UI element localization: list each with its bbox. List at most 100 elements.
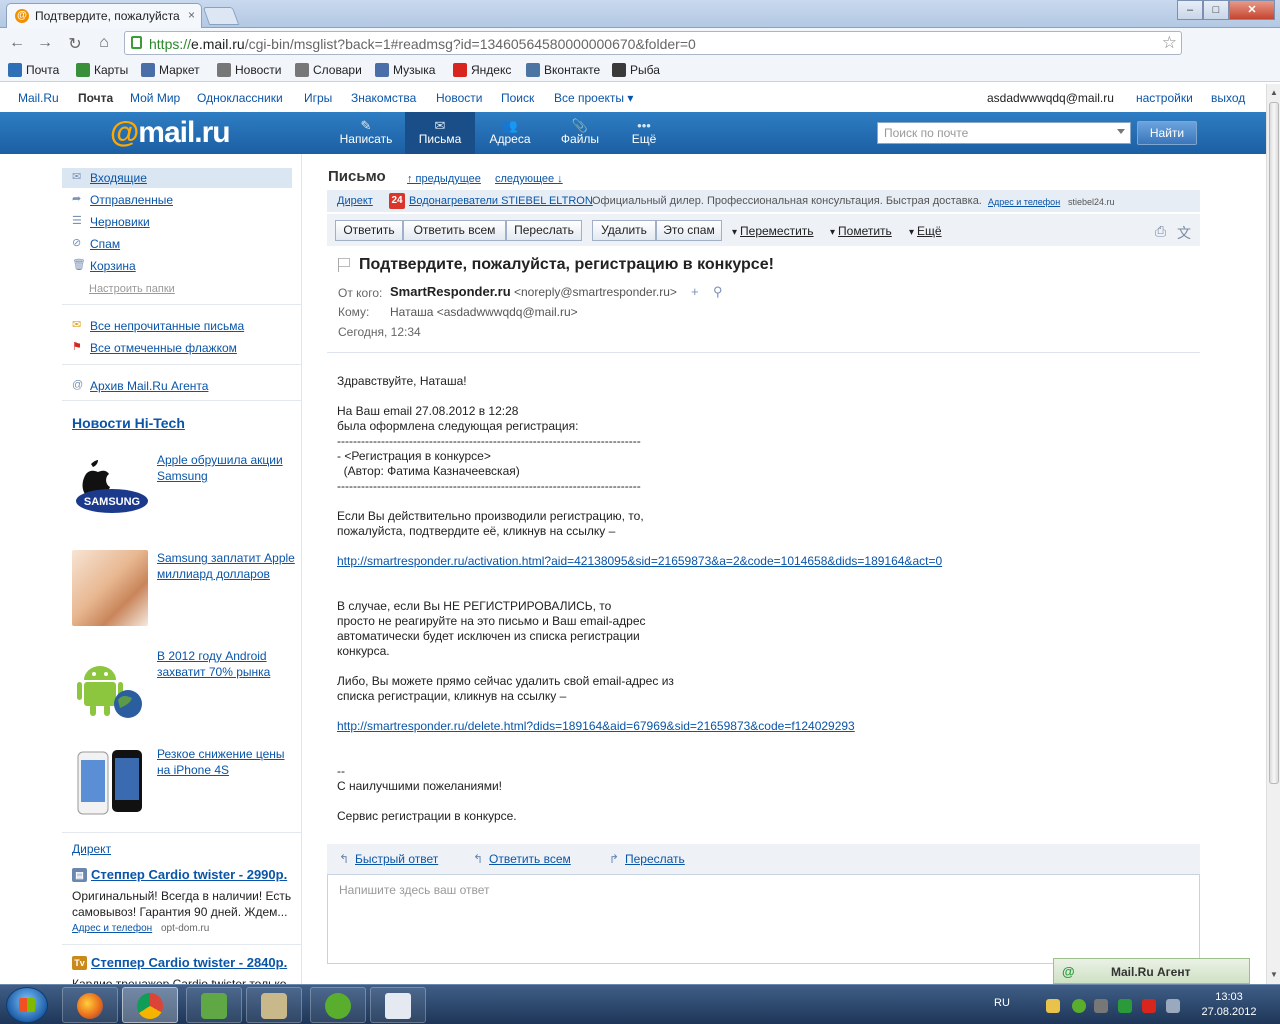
taskbar-clock[interactable]: 13:03 27.08.2012 bbox=[1196, 990, 1262, 1020]
files-button[interactable]: 📎 Файлы bbox=[545, 112, 615, 154]
user-email[interactable]: asdadwwwqdq@mail.ru bbox=[987, 91, 1114, 105]
bookmark-music[interactable]: Музыка bbox=[375, 63, 435, 77]
letters-button[interactable]: ✉ Письма bbox=[405, 112, 475, 154]
bookmark-dictionary[interactable]: Словари bbox=[295, 63, 362, 77]
ad-address-link[interactable]: Адрес и телефон bbox=[72, 923, 152, 934]
portal-link-mailru[interactable]: Mail.Ru bbox=[18, 91, 59, 105]
window-minimize-button[interactable]: – bbox=[1177, 0, 1203, 20]
page-scrollbar[interactable]: ▲ ▼ bbox=[1266, 84, 1280, 984]
contacts-button[interactable]: 👥 Адреса bbox=[475, 112, 545, 154]
start-button[interactable] bbox=[6, 987, 48, 1023]
folder-spam[interactable]: ⊘ Спам bbox=[62, 234, 292, 254]
search-sender-icon[interactable]: ⚲ bbox=[713, 284, 723, 300]
utorrent-tray-icon[interactable] bbox=[1072, 999, 1086, 1013]
news-link[interactable]: Apple обрушила акции Samsung bbox=[157, 452, 297, 484]
news-item[interactable]: SAMSUNG Apple обрушила акции Samsung bbox=[72, 452, 297, 530]
bookmark-mail[interactable]: Почта bbox=[8, 63, 59, 77]
ad-strip-direkt-link[interactable]: Директ bbox=[337, 195, 373, 207]
reply-button[interactable]: Ответить bbox=[335, 220, 403, 241]
portal-link-moy-mir[interactable]: Мой Мир bbox=[130, 91, 180, 105]
previous-message-link[interactable]: ↑ предыдущее bbox=[407, 173, 481, 185]
scroll-up-icon[interactable]: ▲ bbox=[1269, 88, 1279, 97]
next-message-link[interactable]: следующее ↓ bbox=[495, 173, 563, 185]
mailru-agent-widget[interactable]: @ Mail.Ru Агент bbox=[1053, 958, 1250, 984]
portal-link-search[interactable]: Поиск bbox=[501, 91, 534, 105]
language-indicator[interactable]: RU bbox=[994, 997, 1010, 1009]
mark-menu[interactable]: Пометить bbox=[830, 224, 892, 238]
portal-link-games[interactable]: Игры bbox=[304, 91, 332, 105]
portal-link-all-projects[interactable]: Все проекты ▾ bbox=[554, 91, 633, 105]
delete-button[interactable]: Удалить bbox=[592, 220, 656, 241]
taskbar-counter-strike[interactable] bbox=[246, 987, 302, 1023]
steam-tray-icon[interactable] bbox=[1094, 999, 1108, 1013]
portal-link-pochta[interactable]: Почта bbox=[78, 91, 113, 105]
folder-drafts[interactable]: ☰ Черновики bbox=[62, 212, 292, 232]
new-tab-button[interactable] bbox=[202, 7, 240, 25]
compose-button[interactable]: ✎ Написать bbox=[331, 112, 401, 154]
portal-link-news[interactable]: Новости bbox=[436, 91, 482, 105]
portal-link-odnoklassniki[interactable]: Одноклассники bbox=[197, 91, 283, 105]
print-icon[interactable]: ⎙ bbox=[1155, 223, 1166, 240]
taskbar-paint[interactable] bbox=[370, 987, 426, 1023]
sender-name[interactable]: SmartResponder.ru bbox=[390, 284, 511, 299]
tray-icon[interactable] bbox=[1046, 999, 1060, 1013]
bookmark-star-icon[interactable]: ☆ bbox=[1162, 33, 1177, 53]
home-icon[interactable]: ⌂ bbox=[95, 34, 113, 52]
taskbar-utorrent[interactable] bbox=[310, 987, 366, 1023]
bookmark-market[interactable]: Маркет bbox=[141, 63, 200, 77]
folder-trash[interactable]: 🗑 Корзина bbox=[62, 256, 292, 276]
address-bar[interactable]: https://e.mail.ru/cgi-bin/msglist?back=1… bbox=[124, 31, 1182, 55]
search-dropdown-icon[interactable] bbox=[1117, 129, 1125, 134]
agent-tray-icon[interactable] bbox=[1118, 999, 1132, 1013]
bookmark-fish[interactable]: Рыба bbox=[612, 63, 660, 77]
folder-sent[interactable]: ➦ Отправленные bbox=[62, 190, 292, 210]
spam-button[interactable]: Это спам bbox=[656, 220, 722, 241]
taskbar-app-recycle[interactable] bbox=[186, 987, 242, 1023]
search-button[interactable]: Найти bbox=[1137, 121, 1197, 145]
agent-archive-link[interactable]: @ Архив Mail.Ru Агента bbox=[62, 376, 297, 396]
tab-close-icon[interactable]: × bbox=[188, 8, 195, 22]
scroll-down-icon[interactable]: ▼ bbox=[1269, 970, 1279, 979]
filter-unread[interactable]: ✉ Все непрочитанные письма bbox=[62, 316, 297, 336]
delete-registration-link[interactable]: http://smartresponder.ru/delete.html?did… bbox=[337, 719, 1037, 734]
ad-strip-address-link[interactable]: Адрес и телефон bbox=[988, 197, 1060, 207]
mailru-logo[interactable]: @mail.ru bbox=[110, 116, 231, 150]
bookmark-vk[interactable]: Вконтакте bbox=[526, 63, 600, 77]
news-item[interactable]: В 2012 году Android захватит 70% рынка bbox=[72, 648, 297, 726]
logout-link[interactable]: выход bbox=[1211, 91, 1245, 105]
folder-inbox[interactable]: ✉ Входящие bbox=[62, 168, 292, 188]
settings-link[interactable]: настройки bbox=[1136, 91, 1193, 105]
taskbar-chrome[interactable] bbox=[122, 987, 178, 1023]
taskbar-firefox[interactable] bbox=[62, 987, 118, 1023]
news-link[interactable]: В 2012 году Android захватит 70% рынка bbox=[157, 648, 297, 680]
news-link[interactable]: Резкое снижение цены на iPhone 4S bbox=[157, 746, 297, 778]
window-maximize-button[interactable]: □ bbox=[1203, 0, 1229, 20]
hitech-news-title[interactable]: Новости Hi-Tech bbox=[72, 415, 185, 431]
news-item[interactable]: Samsung заплатит Apple миллиард долларов bbox=[72, 550, 297, 628]
network-tray-icon[interactable] bbox=[1166, 999, 1180, 1013]
more-menu[interactable]: Ещё bbox=[909, 224, 942, 238]
news-link[interactable]: Samsung заплатит Apple миллиард долларов bbox=[157, 550, 297, 582]
ad-title-link[interactable]: ▤ Степпер Cardio twister - 2990р. bbox=[72, 867, 287, 882]
reply-textarea[interactable]: Напишите здесь ваш ответ bbox=[327, 874, 1200, 964]
back-arrow-icon[interactable]: ← bbox=[8, 34, 26, 52]
reply-all-button[interactable]: Ответить всем bbox=[403, 220, 506, 241]
news-item[interactable]: Резкое снижение цены на iPhone 4S bbox=[72, 746, 297, 824]
forward-button[interactable]: Переслать bbox=[506, 220, 582, 241]
window-close-button[interactable]: ✕ bbox=[1229, 0, 1275, 20]
mail-search-input[interactable]: Поиск по почте bbox=[877, 122, 1131, 144]
ad-title-link[interactable]: Tv Степпер Cardio twister - 2840р. bbox=[72, 955, 287, 970]
reload-icon[interactable]: ↻ bbox=[66, 34, 84, 54]
bookmark-yandex[interactable]: Яндекс bbox=[453, 63, 511, 77]
translate-icon[interactable]: 文 bbox=[1177, 223, 1191, 243]
kaspersky-tray-icon[interactable] bbox=[1142, 999, 1156, 1013]
quick-reply-link[interactable]: ↰ Быстрый ответ bbox=[339, 852, 438, 866]
flag-toggle-icon[interactable] bbox=[338, 258, 350, 272]
browser-tab[interactable]: @ Подтвердите, пожалуйста × bbox=[6, 3, 202, 28]
forward-arrow-icon[interactable]: → bbox=[36, 34, 54, 52]
direkt-label[interactable]: Директ bbox=[72, 842, 111, 856]
activation-link[interactable]: http://smartresponder.ru/activation.html… bbox=[337, 554, 1037, 569]
forward-link[interactable]: ↱ Переслать bbox=[609, 852, 685, 866]
reply-all-link[interactable]: ↰ Ответить всем bbox=[473, 852, 571, 866]
scroll-thumb[interactable] bbox=[1269, 102, 1279, 784]
